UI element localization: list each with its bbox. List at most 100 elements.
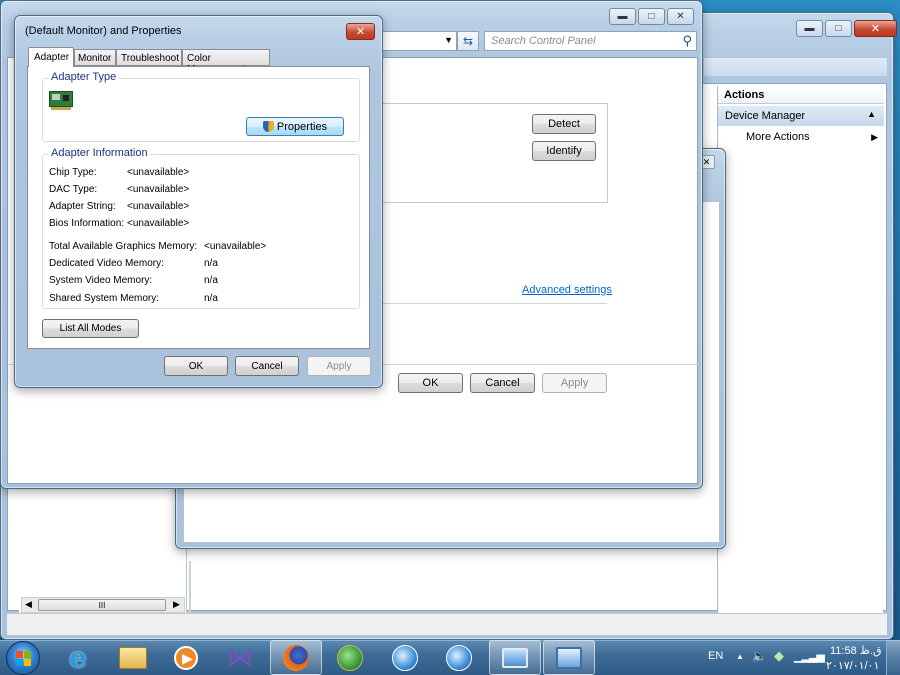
memory-label: Total Available Graphics Memory: bbox=[49, 241, 198, 252]
search-box[interactable]: Search Control Panel ⚲ bbox=[484, 31, 697, 51]
folder-icon bbox=[119, 646, 147, 669]
address-bar[interactable]: ▼ bbox=[381, 31, 457, 51]
close-button[interactable]: ✕ bbox=[854, 20, 897, 37]
volume-icon[interactable]: 🔈 bbox=[752, 649, 767, 663]
minimize-icon: ▬ bbox=[804, 22, 815, 34]
adapter-info-group: Adapter Information Chip Type: <unavaila… bbox=[42, 147, 360, 309]
dialog-ok-button[interactable]: OK bbox=[164, 356, 228, 376]
dialog-apply-button[interactable]: Apply bbox=[307, 356, 371, 376]
visual-studio-icon: ⋈ bbox=[227, 642, 253, 672]
mmc-menubar bbox=[704, 58, 887, 76]
info-label: Chip Type: bbox=[49, 167, 97, 178]
adapter-type-group: Adapter Type Properties bbox=[42, 71, 360, 142]
taskbar-control-panel[interactable] bbox=[543, 640, 595, 675]
taskbar-internet-explorer[interactable]: e bbox=[52, 640, 104, 675]
globe-icon bbox=[337, 644, 363, 671]
taskbar-media-player[interactable]: ▶ bbox=[160, 640, 212, 675]
actions-pane: Actions Device Manager ▲ More Actions ▶ bbox=[717, 86, 884, 616]
taskbar-app-two[interactable] bbox=[433, 640, 485, 675]
internet-explorer-icon: e bbox=[69, 641, 87, 674]
info-value: <unavailable> bbox=[127, 167, 190, 178]
app-circle-icon bbox=[392, 644, 418, 671]
clock-date[interactable]: ۲۰۱۷/۰۱/۰۱ bbox=[826, 659, 879, 672]
refresh-button[interactable]: ⇆ bbox=[457, 31, 479, 51]
device-manager-section[interactable]: Device Manager ▲ bbox=[718, 106, 884, 126]
info-value: <unavailable> bbox=[127, 184, 190, 195]
shield-icon bbox=[262, 121, 274, 132]
info-label: Bios Information: bbox=[49, 218, 125, 229]
memory-label: Shared System Memory: bbox=[49, 293, 160, 304]
refresh-icon: ⇆ bbox=[462, 34, 474, 48]
scroll-left-icon[interactable]: ◀ bbox=[25, 599, 32, 610]
submenu-arrow-icon: ▶ bbox=[871, 132, 878, 142]
cp-minimize-button[interactable]: ▬ bbox=[609, 8, 636, 25]
detect-button[interactable]: Detect bbox=[532, 114, 596, 134]
display-adapter-icon bbox=[49, 89, 75, 111]
info-label: DAC Type: bbox=[49, 184, 98, 195]
minimize-button[interactable]: ▬ bbox=[796, 20, 823, 37]
cp-caption-buttons: ▬ □ ✕ bbox=[609, 8, 694, 25]
more-actions-label: More Actions bbox=[746, 131, 810, 143]
taskbar-network-app[interactable] bbox=[324, 640, 376, 675]
language-indicator[interactable]: EN bbox=[708, 650, 723, 662]
properties-dialog: (Default Monitor) and Properties ✕ Adapt… bbox=[14, 15, 383, 388]
tab-monitor[interactable]: Monitor bbox=[74, 49, 116, 66]
cp-ok-button[interactable]: OK bbox=[398, 373, 463, 393]
advanced-settings-link[interactable]: Advanced settings bbox=[522, 284, 612, 296]
taskbar-display-settings[interactable] bbox=[489, 640, 541, 675]
close-icon: ✕ bbox=[870, 22, 881, 35]
horizontal-scrollbar[interactable]: ◀ III ▶ bbox=[21, 597, 185, 613]
maximize-icon: □ bbox=[648, 10, 655, 22]
memory-label: System Video Memory: bbox=[49, 275, 153, 286]
taskbar-visual-studio[interactable]: ⋈ bbox=[214, 640, 266, 675]
adapter-tab-page: Adapter Type Properties Adapter Informat… bbox=[27, 66, 370, 349]
windows-logo-icon bbox=[16, 651, 31, 666]
memory-value: n/a bbox=[204, 275, 218, 286]
dialog-title: (Default Monitor) and Properties bbox=[25, 25, 182, 37]
scroll-thumb[interactable]: III bbox=[38, 599, 166, 611]
content-separator bbox=[382, 303, 607, 304]
address-dropdown-icon[interactable]: ▼ bbox=[444, 35, 453, 45]
network-tray-icon[interactable]: ◆ bbox=[774, 648, 784, 664]
memory-label: Dedicated Video Memory: bbox=[49, 258, 164, 269]
memory-value: n/a bbox=[204, 293, 218, 304]
tab-color-management[interactable]: Color Management bbox=[182, 49, 270, 75]
identify-button[interactable]: Identify bbox=[532, 141, 596, 161]
clock-time[interactable]: 11:58 ق.ظ bbox=[830, 644, 882, 657]
dialog-close-button[interactable]: ✕ bbox=[346, 23, 375, 40]
adapter-properties-button[interactable]: Properties bbox=[246, 117, 344, 136]
taskbar-explorer[interactable] bbox=[107, 640, 159, 675]
tab-adapter[interactable]: Adapter bbox=[28, 47, 74, 67]
device-manager-label: Device Manager bbox=[725, 110, 806, 122]
scroll-right-icon[interactable]: ▶ bbox=[173, 599, 180, 610]
taskbar-app-one[interactable] bbox=[379, 640, 431, 675]
memory-value: <unavailable> bbox=[204, 241, 267, 252]
maximize-icon: □ bbox=[835, 22, 842, 34]
search-placeholder: Search Control Panel bbox=[491, 35, 596, 47]
cp-maximize-button[interactable]: □ bbox=[638, 8, 665, 25]
cp-cancel-button[interactable]: Cancel bbox=[470, 373, 535, 393]
properties-label: Properties bbox=[276, 120, 328, 133]
tab-monitor-label: Monitor bbox=[78, 53, 112, 64]
search-icon[interactable]: ⚲ bbox=[682, 33, 692, 49]
dialog-cancel-button[interactable]: Cancel bbox=[235, 356, 299, 376]
start-button[interactable] bbox=[6, 641, 40, 675]
more-actions-item[interactable]: More Actions ▶ bbox=[718, 129, 884, 147]
taskbar-firefox[interactable] bbox=[270, 640, 322, 675]
status-bar bbox=[7, 613, 887, 635]
signal-icon[interactable]: ▁▂▃▅ bbox=[794, 650, 825, 663]
close-icon: ✕ bbox=[355, 25, 366, 38]
show-desktop-button[interactable] bbox=[886, 640, 900, 675]
collapse-arrow-icon[interactable]: ▲ bbox=[867, 109, 876, 119]
info-value: <unavailable> bbox=[127, 218, 190, 229]
app-circle-icon bbox=[446, 644, 472, 671]
list-all-modes-button[interactable]: List All Modes bbox=[42, 319, 139, 338]
show-hidden-icons-icon[interactable]: ▲ bbox=[736, 652, 744, 661]
tab-adapter-label: Adapter bbox=[34, 52, 70, 63]
actions-header: Actions bbox=[718, 86, 884, 104]
cp-apply-button[interactable]: Apply bbox=[542, 373, 607, 393]
tab-troubleshoot[interactable]: Troubleshoot bbox=[116, 49, 182, 66]
tab-troubleshoot-label: Troubleshoot bbox=[121, 53, 179, 64]
cp-close-button[interactable]: ✕ bbox=[667, 8, 694, 25]
maximize-button[interactable]: □ bbox=[825, 20, 852, 37]
